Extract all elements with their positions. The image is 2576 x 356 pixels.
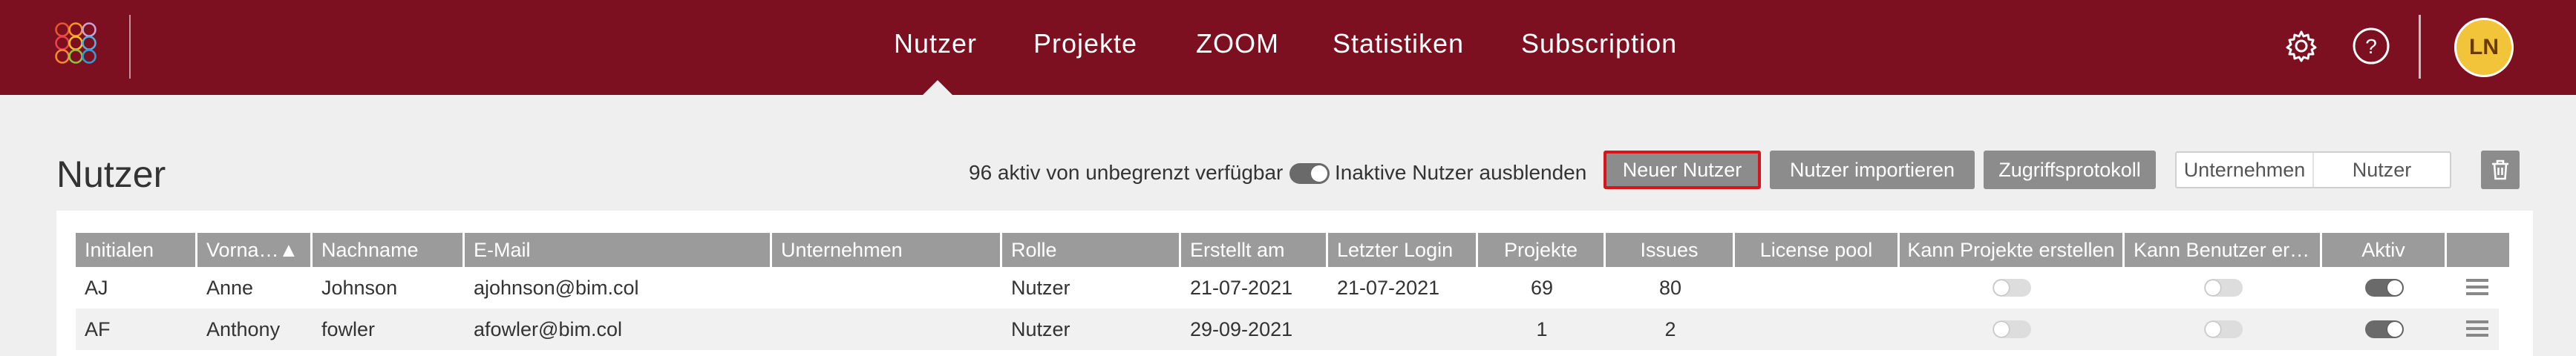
hide-inactive-toggle[interactable] [1289, 163, 1330, 184]
nav-item-subscription[interactable]: Subscription [1521, 28, 1677, 59]
active-users-info: 96 aktiv von unbegrenzt verfügbar [969, 161, 1284, 184]
column-header-company[interactable]: Unternehmen [772, 233, 1002, 267]
cell-email: ajohnson@bim.col [474, 277, 639, 299]
column-header-last-name[interactable]: Nachname [313, 233, 465, 267]
cell-first-name: Anthony [206, 318, 281, 340]
nav-item-projekte[interactable]: Projekte [1033, 28, 1137, 59]
column-header-can-create-users[interactable]: Kann Benutzer er… [2125, 233, 2322, 267]
access-log-button[interactable]: Zugriffsprotokoll [1984, 151, 2156, 189]
cell-email: afowler@bim.col [474, 318, 622, 340]
column-header-first-name[interactable]: Vorna…▲ [197, 233, 313, 267]
cell-license-pool [1735, 309, 1900, 350]
cell-first-name: Anne [206, 277, 254, 299]
nav-item-zoom[interactable]: ZOOM [1196, 28, 1279, 59]
column-header-issues[interactable]: Issues [1606, 233, 1735, 267]
cell-projects: 1 [1536, 318, 1548, 340]
gear-icon[interactable] [2281, 25, 2322, 67]
can-create-projects-toggle[interactable] [1993, 279, 2031, 297]
cell-issues: 2 [1664, 318, 1676, 340]
top-navigation-bar: Nutzer Projekte ZOOM Statistiken Subscri… [0, 0, 2576, 96]
can-create-projects-toggle[interactable] [1993, 320, 2031, 338]
avatar[interactable]: LN [2454, 18, 2514, 77]
users-table: Initialen Vorna…▲ Nachname E-Mail Untern… [56, 211, 2533, 356]
import-users-button[interactable]: Nutzer importieren [1770, 151, 1975, 189]
cell-last-login [1328, 309, 1478, 350]
table-row[interactable]: AJ Anne Johnson ajohnson@bim.col Nutzer … [76, 267, 2499, 309]
active-toggle[interactable] [2365, 320, 2404, 338]
cell-projects: 69 [1530, 277, 1554, 299]
segment-user[interactable]: Nutzer [2312, 153, 2450, 187]
column-header-actions [2447, 233, 2509, 267]
cell-initials: AJ [85, 277, 108, 299]
column-header-active[interactable]: Aktiv [2322, 233, 2447, 267]
nav-item-nutzer[interactable]: Nutzer [894, 28, 977, 59]
cell-created: 29-09-2021 [1190, 318, 1293, 340]
column-header-created[interactable]: Erstellt am [1181, 233, 1328, 267]
column-header-can-create-projects[interactable]: Kann Projekte erstellen [1900, 233, 2125, 267]
cell-last-name: fowler [321, 318, 376, 340]
cell-created: 21-07-2021 [1190, 277, 1293, 299]
table-row[interactable]: AF Anthony fowler afowler@bim.col Nutzer… [76, 309, 2499, 350]
topbar-divider [2419, 15, 2421, 79]
can-create-users-toggle[interactable] [2204, 320, 2243, 338]
svg-text:?: ? [2365, 35, 2377, 58]
can-create-users-toggle[interactable] [2204, 279, 2243, 297]
trash-icon [2492, 159, 2508, 180]
active-toggle[interactable] [2365, 279, 2404, 297]
segment-company[interactable]: Unternehmen [2177, 153, 2312, 187]
view-segmented-control: Unternehmen Nutzer [2175, 151, 2451, 188]
logo-divider [129, 15, 131, 79]
cell-last-name: Johnson [321, 277, 398, 299]
cell-company [772, 309, 1002, 350]
row-menu-icon[interactable] [2466, 279, 2488, 298]
column-header-email[interactable]: E-Mail [465, 233, 772, 267]
cell-role: Nutzer [1011, 318, 1070, 340]
cell-last-login: 21-07-2021 [1337, 277, 1440, 299]
column-header-role[interactable]: Rolle [1002, 233, 1181, 267]
row-menu-icon[interactable] [2466, 320, 2488, 340]
new-user-button[interactable]: Neuer Nutzer [1604, 151, 1761, 189]
app-logo[interactable] [53, 21, 107, 71]
cell-company [772, 267, 1002, 309]
help-circle-icon[interactable]: ? [2350, 25, 2392, 67]
active-nav-indicator [921, 80, 954, 96]
column-header-last-login[interactable]: Letzter Login [1328, 233, 1478, 267]
cell-issues: 80 [1658, 277, 1682, 299]
cell-initials: AF [85, 318, 111, 340]
column-header-projects[interactable]: Projekte [1478, 233, 1606, 267]
column-header-initials[interactable]: Initialen [76, 233, 197, 267]
nav-item-statistiken[interactable]: Statistiken [1333, 28, 1464, 59]
cell-license-pool [1735, 267, 1900, 309]
cell-role: Nutzer [1011, 277, 1070, 299]
hide-inactive-label[interactable]: Inaktive Nutzer ausblenden [1335, 161, 1586, 185]
page-title: Nutzer [56, 154, 166, 195]
column-header-license-pool[interactable]: License pool [1735, 233, 1900, 267]
delete-button[interactable] [2481, 151, 2520, 189]
